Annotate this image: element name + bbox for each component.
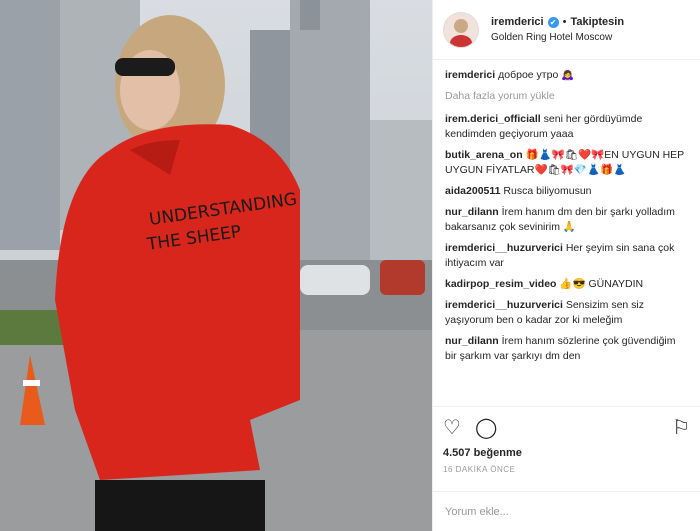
comment-item: iremderici__huzurverici Sensizim sen siz… <box>445 298 690 328</box>
comments-list: iremderici доброе утро 🙇‍♀️ Daha fazla y… <box>433 60 700 406</box>
caption: iremderici доброе утро 🙇‍♀️ <box>445 68 690 83</box>
comment-user[interactable]: kadirpop_resim_video <box>445 278 556 290</box>
comment-item: aida200511 Rusca biliyomusun <box>445 184 690 199</box>
post-header: iremderici ✔ • Takiptesin Golden Ring Ho… <box>433 0 700 60</box>
caption-text: доброе утро 🙇‍♀️ <box>498 69 575 81</box>
verified-badge-icon: ✔ <box>547 16 559 28</box>
separator-dot: • <box>562 15 567 28</box>
add-comment-input[interactable]: Yorum ekle... <box>433 491 700 531</box>
like-count[interactable]: 4.507 beğenme <box>443 447 690 459</box>
comment-user[interactable]: iremderici__huzurverici <box>445 242 563 254</box>
location-link[interactable]: Golden Ring Hotel Moscow <box>491 30 624 45</box>
post-timestamp: 16 DAKİKA ÖNCE <box>443 465 516 474</box>
load-more-comments-button[interactable]: Daha fazla yorum yükle <box>445 89 690 104</box>
comment-item: nur_dilann İrem hanım dm den bir şarkı y… <box>445 205 690 235</box>
instagram-post: UNDERSTANDING THE SHEEP iremderici ✔ • T… <box>0 0 700 531</box>
comment-item: butik_arena_on 🎁👗🎀🛍❤️🎀EN UYGUN HEP UYGUN… <box>445 148 690 178</box>
follow-status-button[interactable]: Takiptesin <box>570 15 624 30</box>
comment-user[interactable]: nur_dilann <box>445 206 499 218</box>
username[interactable]: iremderici <box>491 15 544 30</box>
post-side-panel: iremderici ✔ • Takiptesin Golden Ring Ho… <box>432 0 700 531</box>
comment-item: iremderici__huzurverici Her şeyim sin sa… <box>445 241 690 271</box>
comment-icon[interactable]: ◯ <box>475 418 497 438</box>
comment-user[interactable]: irem.derici_officiall <box>445 113 541 125</box>
comment-text: 👍😎 GÜNAYDIN <box>559 278 644 290</box>
bookmark-icon[interactable]: ⚐ <box>672 418 690 438</box>
avatar-image <box>444 12 478 47</box>
post-actions: ♡ ◯ ⚐ 4.507 beğenme 16 DAKİKA ÖNCE <box>433 406 700 491</box>
post-photo[interactable]: UNDERSTANDING THE SHEEP <box>0 0 432 531</box>
comment-item: irem.derici_officiall seni her gördüyümd… <box>445 112 690 142</box>
comment-user[interactable]: aida200511 <box>445 185 500 197</box>
caption-user[interactable]: iremderici <box>445 69 495 81</box>
comment-user[interactable]: butik_arena_on <box>445 149 523 161</box>
avatar[interactable] <box>443 11 479 48</box>
comment-user[interactable]: iremderici__huzurverici <box>445 299 563 311</box>
comment-user[interactable]: nur_dilann <box>445 335 499 347</box>
comment-item: nur_dilann İrem hanım sözlerine çok güve… <box>445 334 690 364</box>
comment-text: Rusca biliyomusun <box>503 185 592 197</box>
photo-illustration: UNDERSTANDING THE SHEEP <box>0 0 432 531</box>
heart-icon[interactable]: ♡ <box>443 418 461 438</box>
comment-item: kadirpop_resim_video 👍😎 GÜNAYDIN <box>445 277 690 292</box>
